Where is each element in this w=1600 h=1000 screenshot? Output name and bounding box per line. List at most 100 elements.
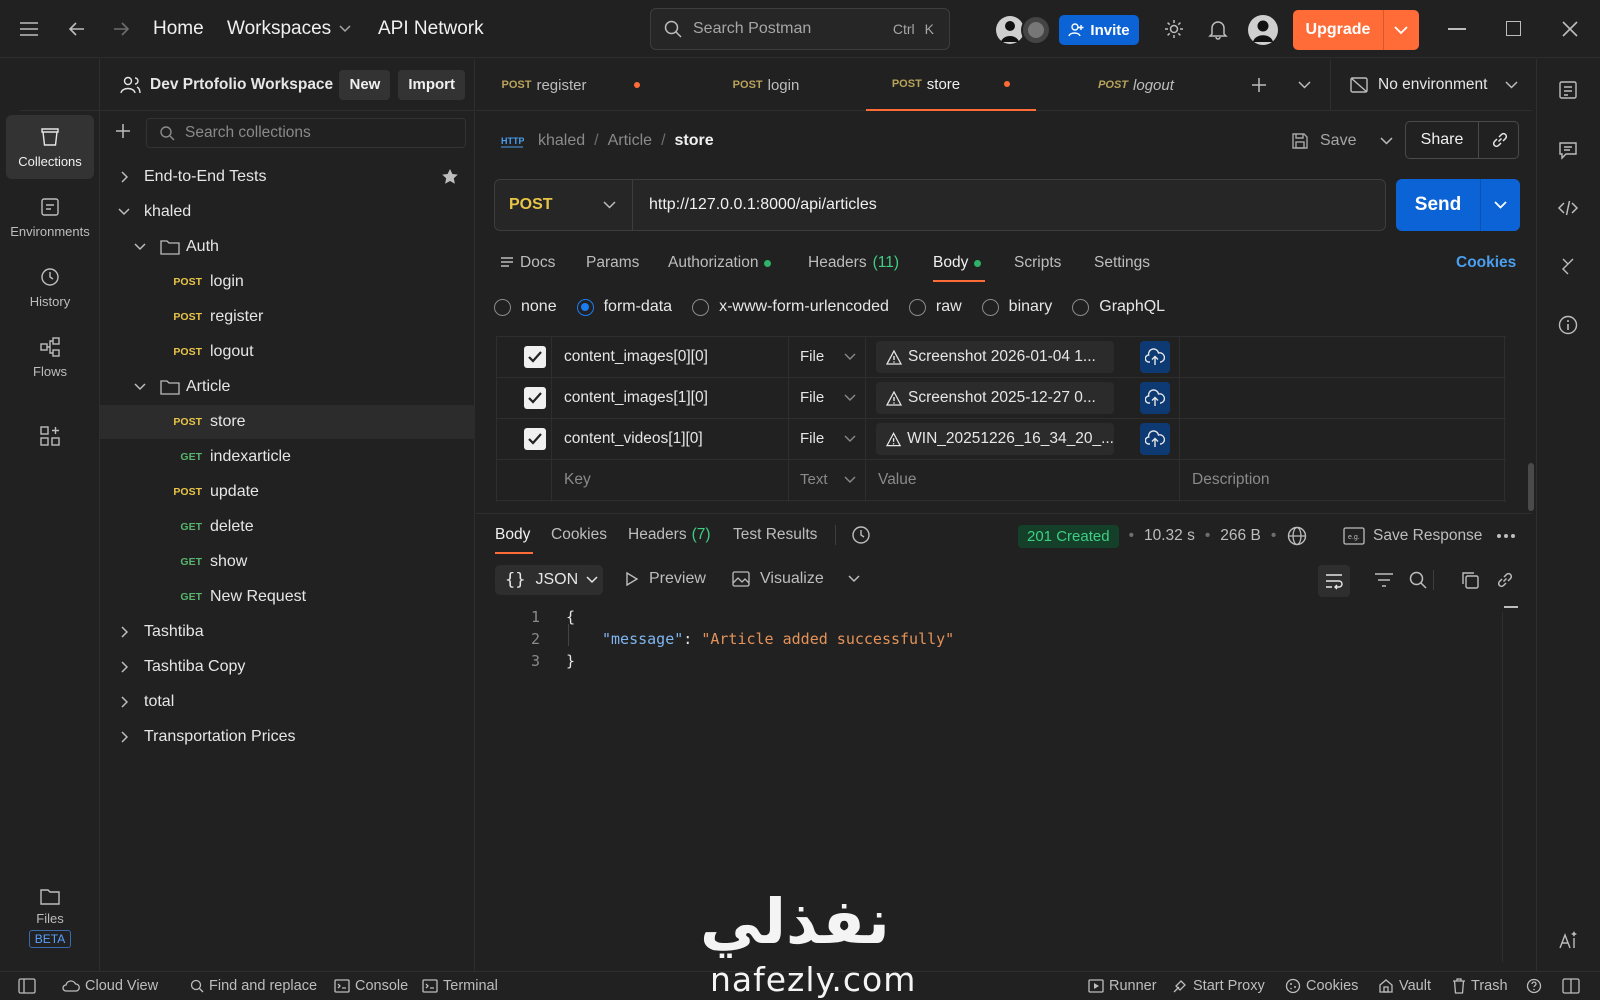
nav-workspaces[interactable]: Workspaces <box>227 18 351 40</box>
share-button[interactable]: Share <box>1406 131 1478 149</box>
response-time[interactable]: 10.32 s <box>1144 527 1195 545</box>
method-select[interactable]: POST <box>495 179 633 231</box>
ai-assistant-icon[interactable] <box>1557 929 1579 951</box>
row-type-select[interactable]: File <box>800 389 856 406</box>
row-checkbox[interactable] <box>524 428 546 450</box>
console-button[interactable]: Console <box>334 978 408 994</box>
response-format-select[interactable]: {} JSON <box>495 565 603 595</box>
toggle-sidebar-icon[interactable] <box>18 978 36 994</box>
tree-collection-tashtiba[interactable]: Tashtiba <box>100 615 475 649</box>
vault-button[interactable]: Vault <box>1378 978 1431 994</box>
settings-gear-icon[interactable] <box>1163 18 1185 40</box>
preview-button[interactable]: Preview <box>625 570 706 588</box>
tab-headers[interactable]: Headers (11) <box>808 254 899 272</box>
tab-body[interactable]: Body <box>933 254 982 272</box>
star-icon[interactable] <box>441 168 459 186</box>
radio-binary[interactable] <box>981 298 999 316</box>
global-search[interactable]: Search Postman Ctrl K <box>650 8 950 50</box>
response-size[interactable]: 266 B <box>1220 527 1261 545</box>
terminal-button[interactable]: Terminal <box>422 978 498 994</box>
nav-api-network[interactable]: API Network <box>378 18 484 40</box>
tab-authorization[interactable]: Authorization <box>668 254 772 272</box>
chevron-down-icon[interactable] <box>1494 200 1507 210</box>
radio-none[interactable] <box>494 298 511 316</box>
row-key[interactable]: content_images[0][0] <box>564 348 708 366</box>
response-code-editor[interactable]: 1 { 2 "message" : "Article added success… <box>520 606 954 672</box>
response-tab-cookies[interactable]: Cookies <box>551 526 607 544</box>
rail-environments[interactable]: Environments <box>6 185 94 249</box>
breadcrumb-folder[interactable]: Article <box>608 132 652 150</box>
nav-home[interactable]: Home <box>153 18 204 40</box>
rail-history[interactable]: History <box>6 255 94 319</box>
invite-button[interactable]: Invite <box>1059 15 1139 45</box>
start-proxy-button[interactable]: Start Proxy <box>1172 978 1265 994</box>
related-collections-icon[interactable] <box>1557 255 1579 277</box>
chevron-down-icon[interactable] <box>1380 136 1393 146</box>
documentation-icon[interactable] <box>1557 79 1579 101</box>
file-chip[interactable]: WIN_20251226_16_34_20_... <box>876 423 1114 455</box>
search-icon[interactable] <box>1408 570 1428 590</box>
rail-files[interactable]: Files BETA <box>0 887 100 948</box>
tree-collection-total[interactable]: total <box>100 685 475 719</box>
radio-graphql[interactable] <box>1072 298 1090 316</box>
rail-collections[interactable]: Collections <box>6 115 94 179</box>
tab-login[interactable]: POST login <box>666 59 866 111</box>
link-icon[interactable] <box>1490 130 1510 150</box>
row-key[interactable]: content_images[1][0] <box>564 389 708 407</box>
trash-button[interactable]: Trash <box>1452 978 1508 994</box>
help-icon[interactable] <box>1526 978 1542 994</box>
tree-request-delete[interactable]: GET delete <box>100 510 475 544</box>
tree-request-login[interactable]: POST login <box>100 265 475 299</box>
new-tab-plus-icon[interactable] <box>1250 76 1268 94</box>
maximize-window-icon[interactable] <box>1506 21 1521 36</box>
add-collection-icon[interactable] <box>114 122 132 140</box>
user-avatar[interactable] <box>1247 14 1279 46</box>
tab-scripts[interactable]: Scripts <box>1014 254 1061 272</box>
tree-collection-end-to-end[interactable]: End-to-End Tests <box>100 160 475 194</box>
tab-logout[interactable]: POST logout <box>1036 59 1236 111</box>
tab-settings[interactable]: Settings <box>1094 254 1150 272</box>
breadcrumb-request[interactable]: store <box>675 132 714 150</box>
bell-icon[interactable] <box>1207 18 1229 40</box>
info-icon[interactable] <box>1557 314 1579 336</box>
team-avatars[interactable] <box>994 14 1052 46</box>
find-replace-button[interactable]: Find and replace <box>190 978 317 994</box>
url-input[interactable]: http://127.0.0.1:8000/api/articles <box>649 196 877 214</box>
breadcrumb-collection[interactable]: khaled <box>538 132 585 150</box>
history-icon[interactable] <box>850 524 872 546</box>
upload-file-button[interactable] <box>1140 423 1170 455</box>
tree-request-indexarticle[interactable]: GET indexarticle <box>100 440 475 474</box>
tree-folder-article[interactable]: Article <box>100 370 475 404</box>
rail-flows[interactable]: Flows <box>6 325 94 389</box>
empty-description-input[interactable]: Description <box>1192 471 1270 489</box>
new-button[interactable]: New <box>339 69 391 100</box>
back-arrow-icon[interactable] <box>66 19 88 39</box>
wrap-lines-button[interactable] <box>1318 565 1350 597</box>
tab-register[interactable]: POST register <box>476 59 666 111</box>
cookies-link[interactable]: Cookies <box>1456 254 1516 272</box>
empty-key-input[interactable]: Key <box>564 471 591 489</box>
configure-sidebar-icon[interactable] <box>39 425 61 447</box>
file-chip[interactable]: Screenshot 2025-12-27 0... <box>876 382 1114 414</box>
tab-params[interactable]: Params <box>586 254 639 272</box>
link-icon[interactable] <box>1495 570 1515 590</box>
menu-icon[interactable] <box>18 19 40 39</box>
save-control[interactable]: Save <box>1290 126 1393 156</box>
cookies-button[interactable]: Cookies <box>1285 978 1358 994</box>
response-tab-body[interactable]: Body <box>495 526 530 544</box>
status-code-badge[interactable]: 201 Created <box>1018 524 1119 548</box>
empty-value-input[interactable]: Value <box>878 471 917 489</box>
radio-raw[interactable] <box>908 298 926 316</box>
radio-urlencoded[interactable] <box>692 298 710 316</box>
forward-arrow-icon[interactable] <box>110 19 132 39</box>
upload-file-button[interactable] <box>1140 341 1170 373</box>
upgrade-button[interactable]: Upgrade <box>1293 10 1419 50</box>
code-icon[interactable] <box>1557 197 1579 219</box>
tree-collection-transportation-prices[interactable]: Transportation Prices <box>100 720 475 754</box>
row-type-select[interactable]: File <box>800 348 856 365</box>
save-response-button[interactable]: e.g. Save Response <box>1343 524 1482 548</box>
response-tab-test-results[interactable]: Test Results <box>733 526 817 544</box>
response-tab-headers[interactable]: Headers (7) <box>628 526 711 544</box>
row-checkbox[interactable] <box>524 346 546 368</box>
globe-icon[interactable] <box>1286 525 1308 547</box>
